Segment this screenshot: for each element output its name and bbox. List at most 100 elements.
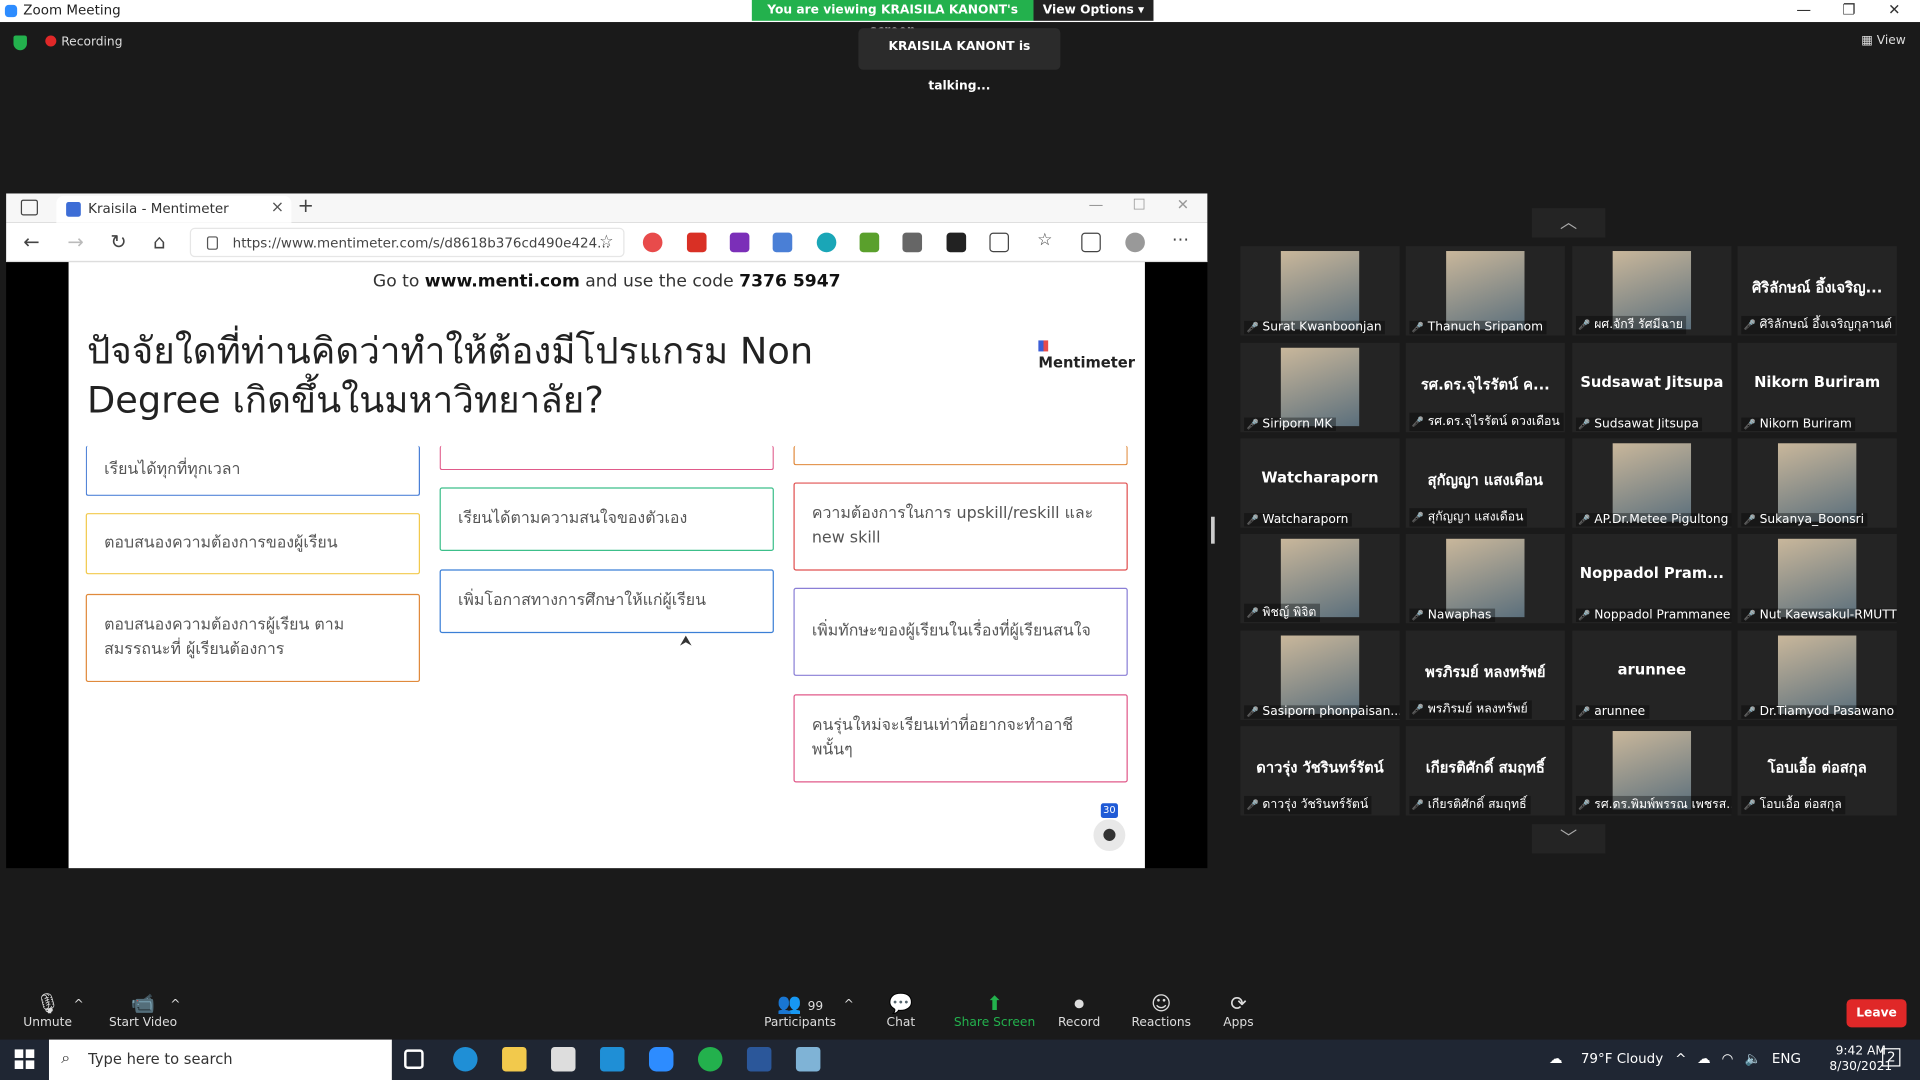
wifi-icon[interactable]: ◠ [1722, 1051, 1734, 1067]
leave-button[interactable]: Leave [1846, 999, 1907, 1028]
audio-options-chevron-icon[interactable]: ^ [73, 998, 83, 1011]
start-video-button[interactable]: 📹 Start Video [109, 992, 177, 1030]
edge-icon[interactable] [453, 1046, 478, 1072]
browser-close-icon[interactable]: ✕ [1177, 196, 1189, 213]
share-banner: You are viewing KRAISILA KANONT's screen [751, 0, 1034, 38]
share-screen-button[interactable]: ⬆ Share Screen [954, 992, 1035, 1030]
participant-tile[interactable]: ผศ.จักรี รัศมีฉาย [1572, 246, 1732, 336]
splitter-handle[interactable] [1211, 516, 1215, 544]
participant-tile[interactable]: arunnee arunnee [1572, 630, 1732, 721]
participant-tile[interactable]: Surat Kwanboonjan [1240, 246, 1400, 336]
tab-close-icon[interactable]: × [271, 198, 284, 216]
translate-icon[interactable] [772, 232, 793, 253]
participants-options-chevron-icon[interactable]: ^ [844, 998, 854, 1011]
weather-cloud-icon: ☁ [1548, 1050, 1563, 1067]
zoom-taskbar-icon[interactable] [648, 1046, 674, 1072]
url-field[interactable]: https://www.mentimeter.com/s/d8618b376cd… [189, 227, 625, 258]
apps-grid-icon[interactable] [902, 232, 923, 253]
gallery-up-button[interactable]: ︿ [1531, 208, 1606, 238]
participant-name-label: Siriporn MK [1244, 417, 1337, 432]
notification-badge[interactable]: 2 [1882, 1048, 1901, 1067]
browser-tab[interactable]: Kraisila - Mentimeter × [56, 195, 292, 223]
security-shield-icon[interactable] [13, 35, 27, 51]
onedrive-icon[interactable]: ☁ [1697, 1051, 1710, 1067]
volume-icon[interactable]: 🔈 [1745, 1051, 1762, 1067]
browser-minimize-icon[interactable]: — [1089, 196, 1104, 213]
new-tab-icon[interactable]: + [298, 193, 314, 216]
participant-tile[interactable]: Watcharaporn Watcharaporn [1240, 438, 1400, 528]
language-indicator[interactable]: ENG [1772, 1051, 1801, 1067]
participant-tile[interactable]: Noppadol Pram... Noppadol Prammanee [1572, 533, 1732, 624]
participant-tile[interactable]: Nut Kaewsakul-RMUTT [1737, 533, 1897, 624]
participant-tile[interactable]: ดาวรุ่ง วัชรินทร์รัตน์ดาวรุ่ง วัชรินทร์ร… [1240, 726, 1400, 816]
participant-tile[interactable]: Sudsawat Jitsupa Sudsawat Jitsupa [1572, 342, 1732, 433]
notion-icon[interactable] [946, 232, 967, 253]
tray-chevron-up-icon[interactable]: ^ [1675, 1051, 1686, 1067]
collections-icon[interactable] [1081, 232, 1101, 253]
view-button[interactable]: ▦ View [1861, 34, 1906, 47]
favorite-star-icon[interactable]: ☆ [599, 233, 613, 251]
more-menu-icon[interactable]: ⋯ [1172, 230, 1189, 250]
window-title: Zoom Meeting [23, 2, 121, 19]
video-off-icon: 📹 [130, 991, 156, 1016]
file-explorer-icon[interactable] [502, 1046, 527, 1072]
participant-tile[interactable]: Nawaphas [1405, 533, 1565, 624]
participant-tile[interactable]: Nikorn Buriram Nikorn Buriram [1737, 342, 1897, 433]
back-icon[interactable]: ← [23, 230, 39, 253]
participants-button[interactable]: 👥 99 Participants [764, 992, 836, 1030]
notepad-icon[interactable] [795, 1046, 821, 1072]
line-icon[interactable] [697, 1046, 723, 1072]
weather-text[interactable]: 79°F Cloudy [1581, 1051, 1663, 1067]
mail-icon[interactable] [600, 1046, 625, 1072]
recording-indicator[interactable]: Recording [45, 35, 122, 49]
tab-actions-icon[interactable] [20, 199, 38, 216]
close-icon[interactable]: ✕ [1872, 0, 1916, 22]
participant-tile[interactable]: Dr.Tiamyod Pasawano [1737, 630, 1897, 721]
participant-tile[interactable]: Siriporn MK [1240, 342, 1400, 433]
extension-badge-icon[interactable] [686, 232, 707, 253]
participant-tile[interactable]: Sasiporn phonpaisan... [1240, 630, 1400, 721]
extension-m-icon[interactable] [816, 232, 837, 253]
participant-tile[interactable]: รศ.ดร.พิมพ์พรรณ เพชรส... [1572, 726, 1732, 816]
browser-maximize-icon[interactable]: ☐ [1133, 196, 1146, 213]
participant-display-name: รศ.ดร.จุไรรัตน์ ค... [1420, 375, 1550, 394]
view-options-button[interactable]: View Options ▾ [1033, 0, 1154, 21]
minimize-icon[interactable]: — [1782, 0, 1826, 22]
gallery-down-button[interactable]: ﹀ [1531, 824, 1606, 854]
video-options-chevron-icon[interactable]: ^ [170, 998, 180, 1011]
response-card: เพิ่มทักษะของผู้เรียนในเรื่องที่ผู้เรียน… [793, 587, 1128, 676]
profile-avatar-icon[interactable] [1125, 232, 1145, 253]
reactions-button[interactable]: ☺ Reactions [1131, 992, 1191, 1030]
refresh-icon[interactable]: ↻ [110, 230, 126, 253]
participant-tile[interactable]: Thanuch Sripanom [1405, 246, 1565, 336]
participant-tile[interactable]: สุกัญญา แสงเดือนสุกัญญา แสงเดือน [1405, 438, 1565, 528]
participant-tile[interactable]: พรภิรมย์ หลงทรัพย์พรภิรมย์ หลงทรัพย์ [1405, 630, 1565, 721]
participant-tile[interactable]: เกียรติศักดิ์ สมฤทธิ์เกียรติศักดิ์ สมฤทธ… [1405, 726, 1565, 816]
record-button[interactable]: ⏺ Record [1058, 992, 1100, 1030]
unmute-button[interactable]: 🎙 Unmute [23, 992, 72, 1030]
forward-icon[interactable]: → [67, 230, 83, 253]
store-icon[interactable] [551, 1046, 576, 1072]
restore-icon[interactable]: ❐ [1827, 0, 1871, 22]
taskbar-search[interactable]: ⌕ Type here to search [48, 1039, 392, 1080]
view-options-label: View Options [1042, 3, 1134, 18]
participant-name-label: Sasiporn phonpaisan... [1244, 705, 1400, 719]
home-icon[interactable]: ⌂ [153, 230, 165, 253]
download-icon[interactable] [859, 232, 880, 253]
apps-button[interactable]: ⟳ Apps [1223, 992, 1253, 1030]
participant-tile[interactable]: AP.Dr.Metee Pigultong [1572, 438, 1732, 528]
extensions-puzzle-icon[interactable] [989, 232, 1009, 253]
onenote-icon[interactable] [729, 232, 750, 253]
participant-tile[interactable]: รศ.ดร.จุไรรัตน์ ค... รศ.ดร.จุไรรัตน์ ดวงเ… [1405, 342, 1565, 433]
participant-tile[interactable]: ศิริลักษณ์ อึ้งเจริญ... ศิริลักษณ์ อึ้งเจ… [1737, 246, 1897, 336]
mentimeter-logo-icon [1038, 340, 1049, 352]
word-icon[interactable] [746, 1046, 772, 1072]
chat-button[interactable]: 💬 Chat [887, 992, 916, 1030]
participant-tile[interactable]: โอบเอื้อ ต่อสกุลโอบเอื้อ ต่อสกุล [1737, 726, 1897, 816]
participant-tile[interactable]: Sukanya_Boonsri [1737, 438, 1897, 528]
participant-tile[interactable]: พิชญ์ พิจิต [1240, 533, 1400, 624]
extension-red-icon[interactable] [642, 232, 663, 253]
task-view-icon[interactable] [404, 1049, 424, 1069]
favorites-icon[interactable]: ☆ [1037, 230, 1052, 250]
windows-start-icon[interactable] [14, 1049, 35, 1069]
